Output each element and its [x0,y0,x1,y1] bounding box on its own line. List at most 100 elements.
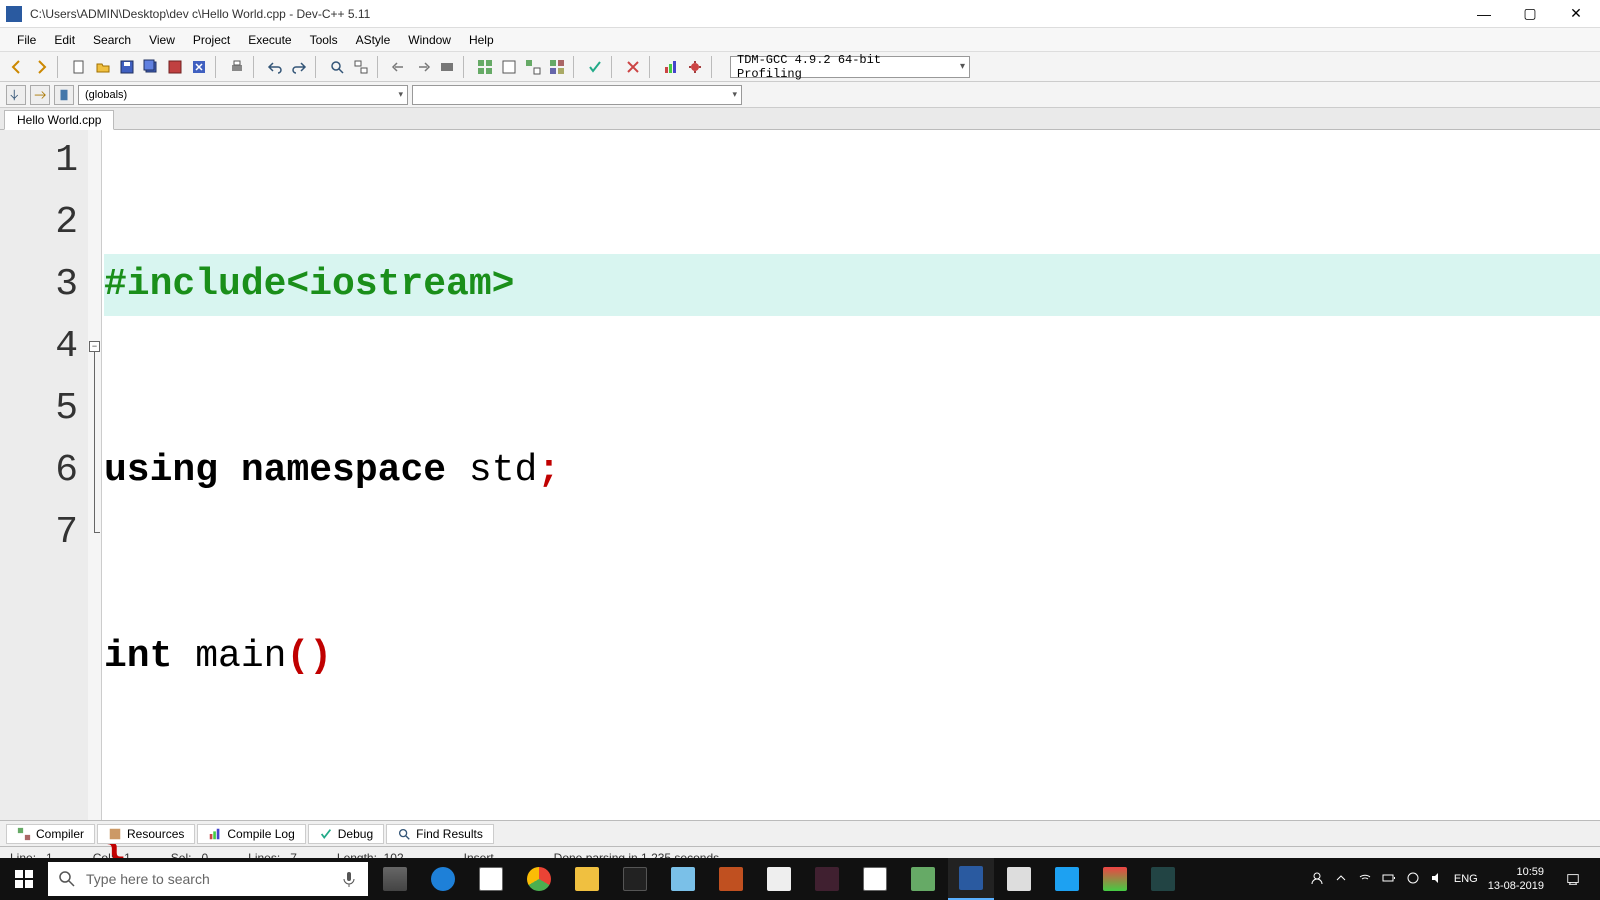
find-icon[interactable] [326,56,348,78]
forward-icon[interactable] [30,56,52,78]
new-file-icon[interactable] [68,56,90,78]
insert-icon[interactable] [6,85,26,105]
compile-icon[interactable] [474,56,496,78]
code-area[interactable]: #include<iostream> using namespace std; … [102,130,1600,820]
tab-debug[interactable]: Debug [308,824,384,844]
volume-icon[interactable] [1430,871,1444,888]
check-icon[interactable] [584,56,606,78]
profile-icon[interactable] [660,56,682,78]
tab-label: Compiler [36,827,84,841]
edge-icon[interactable] [420,858,466,900]
line-num: 1 [0,130,78,192]
app-icon-3[interactable] [804,858,850,900]
goto-icon[interactable] [30,85,50,105]
menu-edit[interactable]: Edit [45,30,84,50]
notification-icon[interactable] [1554,858,1592,900]
line-num: 7 [0,502,78,564]
code-token: () [286,626,332,688]
run-icon[interactable] [498,56,520,78]
code-token: std [469,440,537,502]
fold-toggle-icon[interactable]: − [89,341,100,352]
menu-help[interactable]: Help [460,30,503,50]
tab-label: Compile Log [227,827,294,841]
menu-view[interactable]: View [140,30,184,50]
globals-combo[interactable]: (globals) [78,85,408,105]
menu-search[interactable]: Search [84,30,140,50]
save-all-icon[interactable] [140,56,162,78]
editor-tab[interactable]: Hello World.cpp [4,110,114,130]
goto-next-icon[interactable] [412,56,434,78]
maximize-button[interactable]: ▢ [1512,2,1548,26]
tray-clock[interactable]: 10:59 13-08-2019 [1488,865,1544,893]
app-icon-7[interactable] [1140,858,1186,900]
tab-find-results[interactable]: Find Results [386,824,494,844]
back-icon[interactable] [6,56,28,78]
tab-label: Debug [338,827,373,841]
notepad-icon[interactable] [660,858,706,900]
tab-label: Find Results [416,827,483,841]
mail-icon[interactable] [852,858,898,900]
code-token: ; [537,440,560,502]
code-token: int [104,626,172,688]
wifi-icon[interactable] [1358,871,1372,888]
goto-prev-icon[interactable] [388,56,410,78]
menu-astyle[interactable]: AStyle [347,30,400,50]
tray-icon-extra[interactable] [1406,871,1420,888]
open-file-icon[interactable] [92,56,114,78]
main-toolbar: TDM-GCC 4.9.2 64-bit Profiling [0,52,1600,82]
start-button[interactable] [0,858,48,900]
close-file-icon[interactable] [188,56,210,78]
tab-compile-log[interactable]: Compile Log [197,824,305,844]
compiler-selector[interactable]: TDM-GCC 4.9.2 64-bit Profiling [730,56,970,78]
bookmark-icon[interactable] [436,56,458,78]
tray-chevron-icon[interactable] [1334,871,1348,888]
print-icon[interactable] [226,56,248,78]
save-icon[interactable] [116,56,138,78]
undo-icon[interactable] [264,56,286,78]
mic-icon[interactable] [340,870,358,888]
functions-combo[interactable] [412,85,742,105]
app-icon-1[interactable] [708,858,754,900]
window-controls: — ▢ ✕ [1466,2,1594,26]
menu-project[interactable]: Project [184,30,239,50]
save-as-icon[interactable] [164,56,186,78]
app-icon-4[interactable] [900,858,946,900]
menu-window[interactable]: Window [399,30,460,50]
people-icon[interactable] [1310,871,1324,888]
toggle-bookmark-icon[interactable] [54,85,74,105]
app-icon-5[interactable] [996,858,1042,900]
code-token: using [104,440,218,502]
close-button[interactable]: ✕ [1558,2,1594,26]
fold-gutter: − [88,130,102,820]
tab-compiler[interactable]: Compiler [6,824,95,844]
tab-resources[interactable]: Resources [97,824,195,844]
taskbar-icons [372,858,1186,900]
store-icon[interactable] [468,858,514,900]
minimize-button[interactable]: — [1466,2,1502,26]
app-icon [6,6,22,22]
explorer-icon[interactable] [564,858,610,900]
app-icon-6[interactable] [1092,858,1138,900]
redo-icon[interactable] [288,56,310,78]
rebuild-icon[interactable] [546,56,568,78]
tray-time: 10:59 [1488,865,1544,879]
code-token: #include<iostream> [104,254,514,316]
menu-tools[interactable]: Tools [301,30,347,50]
task-view-icon[interactable] [372,858,418,900]
debug-icon[interactable] [684,56,706,78]
twitter-icon[interactable] [1044,858,1090,900]
app-icon-2[interactable] [756,858,802,900]
code-editor[interactable]: 1 2 3 4 5 6 7 − #include<iostream> using… [0,130,1600,820]
menu-file[interactable]: File [8,30,45,50]
delete-icon[interactable] [622,56,644,78]
compile-run-icon[interactable] [522,56,544,78]
replace-icon[interactable] [350,56,372,78]
tray-language[interactable]: ENG [1454,873,1478,885]
chrome-icon[interactable] [516,858,562,900]
terminal-icon[interactable] [612,858,658,900]
battery-icon[interactable] [1382,871,1396,888]
taskbar-search[interactable]: Type here to search [48,862,368,896]
devcpp-taskbar-icon[interactable] [948,858,994,900]
menu-execute[interactable]: Execute [239,30,300,50]
system-tray: ENG 10:59 13-08-2019 [1310,858,1600,900]
